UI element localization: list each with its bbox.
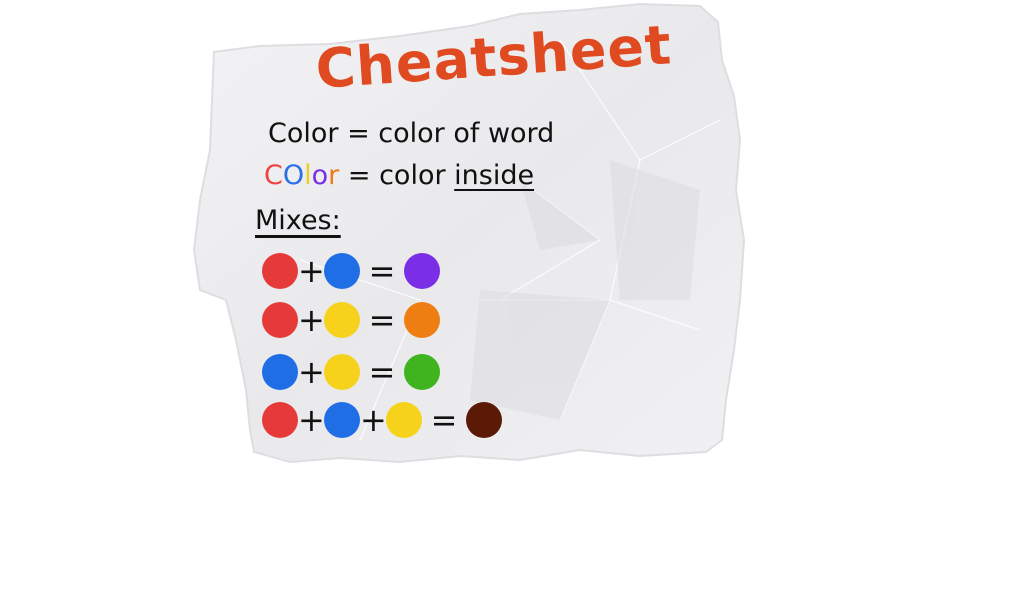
inside-word: inside [454, 160, 535, 191]
colored-letter: r [328, 160, 340, 191]
equals-symbol: = [368, 252, 396, 290]
colored-letter: l [304, 160, 312, 191]
blue-color-dot [324, 253, 360, 289]
rule-color-of-word: Color = color of word [268, 118, 555, 149]
purple-result-dot [404, 253, 440, 289]
colored-letter: o [311, 160, 329, 191]
yellow-color-dot [386, 402, 422, 438]
colored-letter: O [282, 160, 305, 191]
equals-symbol: = [430, 401, 458, 439]
mix-row: + = [262, 251, 440, 291]
equals-symbol: = [368, 301, 396, 339]
mix-row: + + = [262, 400, 502, 440]
yellow-color-dot [324, 354, 360, 390]
mix-row: + = [262, 352, 440, 392]
orange-result-dot [404, 302, 440, 338]
cheatsheet-paper [192, 2, 746, 464]
mix-row: + = [262, 300, 440, 340]
plus-symbol: + [298, 353, 325, 391]
colored-letter: C [264, 160, 283, 191]
plus-symbol: + [298, 301, 325, 339]
plus-symbol: + [298, 252, 325, 290]
rule-color-inside: COlor = color inside [264, 160, 534, 191]
plus-symbol: + [360, 401, 387, 439]
plus-symbol: + [298, 401, 325, 439]
rule-suffix: = color [347, 160, 446, 191]
mixes-heading: Mixes: [255, 205, 341, 236]
colored-word: COlor [264, 160, 348, 191]
brown-result-dot [466, 402, 502, 438]
red-color-dot [262, 302, 298, 338]
green-result-dot [404, 354, 440, 390]
blue-color-dot [324, 402, 360, 438]
red-color-dot [262, 402, 298, 438]
game-stage: Cheatsheet Color = color of word COlor =… [0, 0, 1010, 590]
red-color-dot [262, 253, 298, 289]
blue-color-dot [262, 354, 298, 390]
yellow-color-dot [324, 302, 360, 338]
equals-symbol: = [368, 353, 396, 391]
